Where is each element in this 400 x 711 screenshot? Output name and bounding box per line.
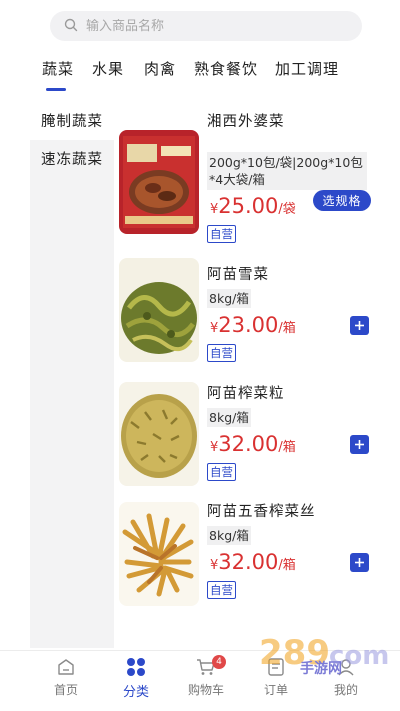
product-item[interactable]: 阿苗五香榨菜丝 8kg/箱 ¥32.00/箱 自营	[114, 500, 386, 618]
product-name: 阿苗五香榨菜丝	[207, 504, 316, 520]
self-operated-badge: 自营	[207, 344, 236, 362]
product-image[interactable]	[119, 502, 199, 606]
nav-label: 首页	[53, 683, 78, 697]
product-name: 湘西外婆菜	[207, 114, 285, 130]
nav-category[interactable]: 分类	[101, 651, 171, 711]
watermark-text: 手游网	[300, 661, 342, 677]
product-price: ¥32.00/箱	[210, 432, 296, 456]
tab-cooked-food[interactable]: 熟食餐饮	[194, 58, 258, 79]
tab-vegetables[interactable]: 蔬菜	[42, 58, 74, 79]
sidebar-item-label: 腌制蔬菜	[41, 113, 103, 130]
product-price: ¥32.00/箱	[210, 550, 296, 574]
product-name: 阿苗榨菜粒	[207, 386, 285, 402]
sidebar-item-frozen[interactable]: 速冻蔬菜	[30, 138, 114, 178]
home-icon	[58, 659, 74, 675]
nav-home[interactable]: 首页	[31, 651, 101, 711]
select-spec-button[interactable]: 选规格	[313, 190, 371, 211]
tab-meat-poultry[interactable]: 肉禽	[144, 58, 176, 79]
sidebar-item-label: 速冻蔬菜	[41, 151, 103, 168]
sidebar-item-pickled[interactable]: 腌制蔬菜	[30, 100, 114, 140]
active-tab-indicator	[46, 88, 66, 91]
add-to-cart-button[interactable]	[350, 316, 369, 335]
product-spec: 200g*10包/袋|200g*10包*4大袋/箱	[207, 152, 367, 190]
product-price: ¥25.00/袋	[210, 194, 296, 218]
category-tabs: 蔬菜 水果 肉禽 熟食餐饮 加工调理	[0, 58, 400, 92]
nav-cart[interactable]: 4 购物车	[171, 651, 241, 711]
search-input[interactable]	[86, 18, 336, 34]
tab-fruits[interactable]: 水果	[92, 58, 124, 79]
product-price: ¥23.00/箱	[210, 313, 296, 337]
cart-count-badge: 4	[212, 655, 226, 669]
product-image[interactable]	[119, 382, 199, 486]
product-spec: 8kg/箱	[207, 289, 251, 308]
product-spec: 8kg/箱	[207, 408, 251, 427]
product-image[interactable]	[119, 258, 199, 362]
product-item[interactable]: 阿苗雪菜 8kg/箱 ¥23.00/箱 自营	[114, 258, 386, 381]
plus-icon	[355, 558, 364, 567]
plus-icon	[355, 321, 364, 330]
add-to-cart-button[interactable]	[350, 435, 369, 454]
self-operated-badge: 自营	[207, 225, 236, 243]
nav-label: 购物车	[187, 683, 224, 697]
add-to-cart-button[interactable]	[350, 553, 369, 572]
subcategory-sidebar: 腌制蔬菜 速冻蔬菜	[30, 100, 114, 648]
product-name: 阿苗雪菜	[207, 267, 269, 283]
plus-icon	[355, 440, 364, 449]
search-icon	[64, 17, 78, 36]
product-item[interactable]: 湘西外婆菜 200g*10包/袋|200g*10包*4大袋/箱 ¥25.00/袋…	[114, 110, 386, 243]
category-icon	[127, 658, 145, 676]
tab-processed[interactable]: 加工调理	[275, 58, 339, 79]
product-item[interactable]: 阿苗榨菜粒 8kg/箱 ¥32.00/箱 自营	[114, 382, 386, 500]
product-spec: 8kg/箱	[207, 526, 251, 545]
self-operated-badge: 自营	[207, 581, 236, 599]
nav-label: 分类	[122, 685, 149, 700]
search-bar[interactable]	[50, 11, 362, 41]
self-operated-badge: 自营	[207, 463, 236, 481]
product-image[interactable]	[119, 130, 199, 234]
product-list: 湘西外婆菜 200g*10包/袋|200g*10包*4大袋/箱 ¥25.00/袋…	[114, 100, 386, 648]
